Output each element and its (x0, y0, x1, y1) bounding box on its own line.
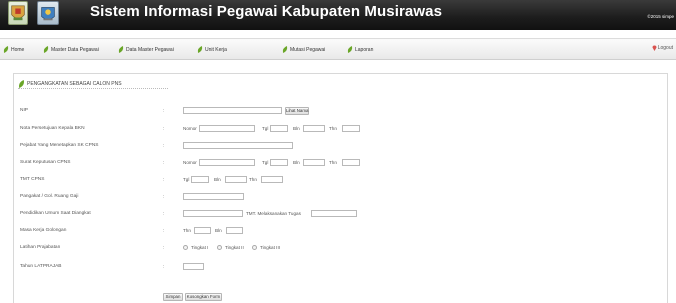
nav-label: Laporan (355, 46, 374, 53)
nip-input[interactable] (183, 107, 282, 114)
label-nota-bkn: Nota Persetujuan Kepala BKN (20, 126, 85, 131)
nav-item-master-data-pegawai[interactable]: Master Data Pegawai (43, 45, 99, 54)
label-pejabat: Pejabat Yang Menetapkan SK CPNS (20, 143, 99, 148)
bln-label: Bln (215, 228, 222, 233)
tmt-tugas-input[interactable] (311, 210, 357, 217)
tingkat-2-radio[interactable] (217, 245, 222, 250)
thn-label: Thn (329, 160, 337, 165)
nota-nomor-input[interactable] (199, 125, 255, 132)
tahun-latprajab-input[interactable] (183, 263, 204, 270)
bln-label: Bln (214, 177, 221, 182)
tmt-tgl-input[interactable] (191, 176, 209, 183)
thn-label: Thn (183, 228, 191, 233)
nav-item-unit-kerja[interactable]: Unit Kerja (197, 45, 227, 54)
nav-label: Unit Kerja (205, 46, 227, 53)
label-pangkat: Pangakat / Gol. Ruang Gaji (20, 194, 79, 199)
colon: : (163, 126, 165, 132)
colon: : (163, 228, 165, 234)
copyright-text: ©2015 simpe (647, 14, 674, 19)
sk-tgl-input[interactable] (270, 159, 288, 166)
leaf-icon (118, 46, 124, 53)
main-nav: Home Master Data Pegawai Data Master Peg… (0, 38, 676, 60)
tgl-label: Tgl (262, 126, 269, 131)
leaf-icon (197, 46, 203, 53)
logout-label: Logout (657, 45, 673, 51)
colon: : (163, 264, 165, 270)
tingkat-1-label: Tingkat I (191, 245, 209, 250)
leaf-icon (43, 46, 49, 53)
nomor-label: Nomor (183, 126, 197, 131)
nav-item-mutasi-pegawai[interactable]: Mutasi Pegawai (282, 45, 325, 54)
colon: : (163, 211, 165, 217)
tingkat-3-label: Tingkat III (260, 245, 280, 250)
section-title: PENGANGKATAN SEBAGAI CALON PNS (18, 80, 168, 89)
pendidikan-input[interactable] (183, 210, 243, 217)
nav-item-home[interactable]: Home (3, 45, 24, 54)
app-title: Sistem Informasi Pegawai Kabupaten Musir… (90, 3, 443, 20)
leaf-icon (18, 80, 25, 88)
leaf-icon (3, 46, 9, 53)
tgl-label: Tgl (183, 177, 190, 182)
pejabat-input[interactable] (183, 142, 293, 149)
sk-thn-input[interactable] (342, 159, 360, 166)
bln-label: Bln (293, 160, 300, 165)
label-pendidikan: Pendidikan Umum Saat Diangkat (20, 211, 91, 216)
tmt-tugas-label: TMT. Melaksanakan Tugas (246, 211, 301, 216)
tingkat-3-radio[interactable] (252, 245, 257, 250)
tgl-label: Tgl (262, 160, 269, 165)
thn-label: Thn (249, 177, 257, 182)
header-bar: Sistem Informasi Pegawai Kabupaten Musir… (0, 0, 676, 30)
nota-thn-input[interactable] (342, 125, 360, 132)
tingkat-2-label: Tingkat II (225, 245, 244, 250)
form-panel (13, 73, 668, 303)
sk-bln-input[interactable] (303, 159, 325, 166)
label-tahun-latprajab: Tahun LATPRAJAB (20, 264, 62, 269)
government-logo (37, 1, 59, 25)
nav-item-laporan[interactable]: Laporan (347, 45, 373, 54)
colon: : (163, 143, 165, 149)
nav-label: Home (11, 46, 25, 53)
label-sk-cpns: Surat Keputusan CPNS (20, 160, 71, 165)
kosongkan-form-button[interactable]: Kosongkan Form (185, 293, 222, 301)
sk-nomor-input[interactable] (199, 159, 255, 166)
pangkat-input[interactable] (183, 193, 244, 200)
nav-label: Data Master Pegawai (126, 46, 174, 53)
logout-link[interactable]: Logout (652, 45, 673, 51)
colon: : (163, 160, 165, 166)
thn-label: Thn (329, 126, 337, 131)
colon: : (163, 108, 165, 114)
leaf-icon (282, 46, 288, 53)
colon: : (163, 177, 165, 183)
nav-item-data-master-pegawai[interactable]: Data Master Pegawai (118, 45, 174, 54)
emblem-logo (8, 1, 28, 25)
masa-bln-input[interactable] (226, 227, 243, 234)
masa-thn-input[interactable] (194, 227, 211, 234)
tmt-thn-input[interactable] (261, 176, 283, 183)
colon: : (163, 245, 165, 251)
tingkat-1-radio[interactable] (183, 245, 188, 250)
nav-label: Master Data Pegawai (51, 46, 99, 53)
nav-label: Mutasi Pegawai (290, 46, 326, 53)
label-masa-kerja: Masa Kerja Golongan (20, 228, 67, 233)
label-latihan: Latihan Prajabatan (20, 245, 61, 250)
lihat-nama-button[interactable]: Lihat Nama (285, 107, 309, 115)
leaf-icon (347, 46, 353, 53)
nomor-label: Nomor (183, 160, 197, 165)
location-pin-icon (652, 45, 657, 51)
simpan-button[interactable]: Simpan (163, 293, 183, 301)
nota-bln-input[interactable] (303, 125, 325, 132)
label-nip: NIP (20, 108, 28, 113)
nota-tgl-input[interactable] (270, 125, 288, 132)
colon: : (163, 194, 165, 200)
tmt-bln-input[interactable] (225, 176, 247, 183)
section-title-text: PENGANGKATAN SEBAGAI CALON PNS (27, 81, 122, 87)
label-tmt-cpns: TMT CPNS (20, 177, 45, 182)
bln-label: Bln (293, 126, 300, 131)
